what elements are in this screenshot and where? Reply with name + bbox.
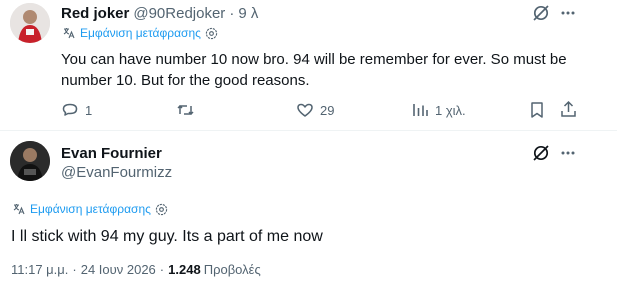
retweet-button[interactable] [176, 101, 201, 119]
main-display-name[interactable]: Evan Fournier [61, 144, 172, 163]
retweet-icon [176, 101, 195, 119]
main-header: Evan Fournier @EvanFourmizz [61, 144, 172, 182]
reply-avatar[interactable] [10, 3, 50, 43]
translate-icon [12, 202, 26, 216]
more-options-icon[interactable] [560, 7, 576, 19]
views-count: 1 χιλ. [435, 102, 466, 118]
reply-handle[interactable]: @90Redjoker [133, 5, 225, 22]
main-views-label: Προβολές [203, 262, 261, 277]
reply-avatar-image [10, 3, 50, 43]
main-translate-row[interactable]: Εμφάνιση μετάφρασης [12, 202, 168, 216]
meta-dot: · [159, 262, 165, 277]
grok-icon[interactable] [532, 4, 550, 22]
reply-text-line2: number 10. But for the good reasons. [61, 72, 310, 89]
more-options-icon[interactable] [560, 147, 576, 159]
reply-text-line1: You can have number 10 now bro. 94 will … [61, 51, 567, 68]
main-views-count: 1.248 [168, 262, 201, 277]
grok-icon[interactable] [532, 144, 550, 162]
reply-display-name[interactable]: Red joker [61, 5, 129, 22]
main-handle[interactable]: @EvanFourmizz [61, 163, 172, 182]
main-avatar[interactable] [10, 141, 50, 181]
reply-translate-link[interactable]: Εμφάνιση μετάφρασης [80, 26, 201, 40]
share-icon[interactable] [560, 100, 577, 118]
reply-button[interactable]: 1 [61, 101, 92, 119]
views-button[interactable]: 1 χιλ. [411, 101, 466, 119]
reply-translate-row[interactable]: Εμφάνιση μετάφρασης [62, 26, 218, 40]
divider [0, 130, 617, 131]
heart-icon [296, 101, 314, 119]
translate-icon [62, 26, 76, 40]
main-date[interactable]: 24 Ιουν 2026 [81, 262, 156, 277]
reply-time[interactable]: 9 λ [238, 5, 258, 22]
bookmark-icon[interactable] [529, 101, 545, 119]
main-meta: 11:17 μ.μ. · 24 Ιουν 2026 · 1.248 Προβολ… [11, 262, 261, 277]
reply-separator: · [229, 4, 235, 22]
settings-icon[interactable] [205, 27, 218, 40]
meta-dot: · [72, 262, 77, 277]
main-time[interactable]: 11:17 μ.μ. [11, 262, 68, 277]
main-avatar-image [10, 141, 50, 181]
main-translate-link[interactable]: Εμφάνιση μετάφρασης [30, 202, 151, 216]
like-button[interactable]: 29 [296, 101, 334, 119]
like-count: 29 [320, 102, 335, 118]
analytics-icon [411, 101, 429, 119]
main-text: I ll stick with 94 my guy. Its a part of… [11, 228, 323, 245]
comment-icon [61, 101, 79, 119]
reply-count: 1 [85, 102, 93, 118]
settings-icon[interactable] [155, 203, 168, 216]
reply-header: Red joker @90Redjoker · 9 λ [61, 4, 258, 22]
reply-text: You can have number 10 now bro. 94 will … [61, 49, 567, 91]
